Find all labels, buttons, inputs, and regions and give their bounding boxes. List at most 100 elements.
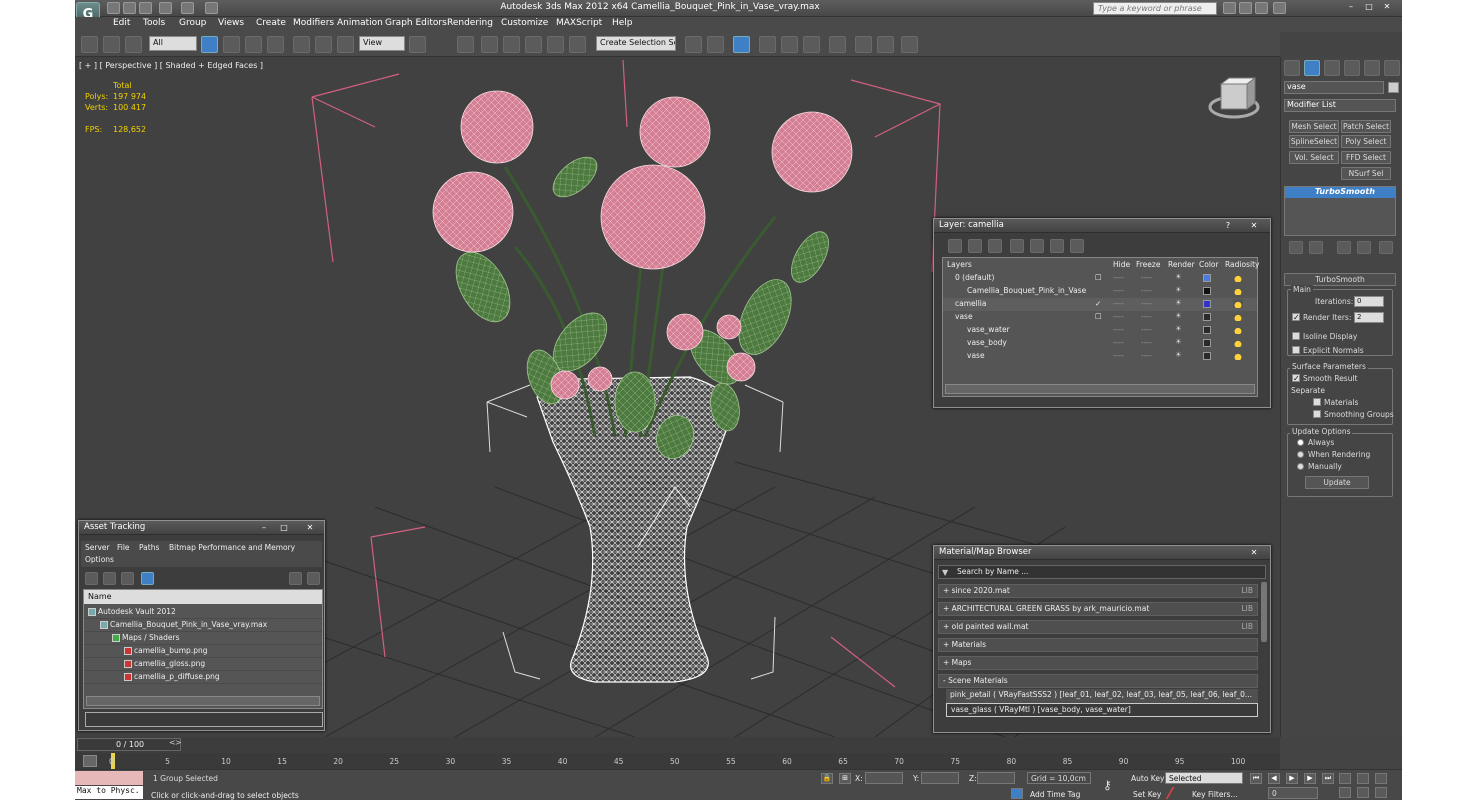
stack-item-turbosmooth[interactable]: TurboSmooth: [1285, 187, 1395, 198]
explicit-normals-checkbox[interactable]: [1292, 346, 1300, 354]
menu-group[interactable]: Group: [179, 18, 206, 28]
layers-column-header[interactable]: Layers: [947, 260, 972, 269]
maxscript-listener-input[interactable]: Max to Physc.: [75, 786, 143, 799]
poly-select-button[interactable]: Poly Select: [1341, 135, 1391, 148]
schematic-view-icon[interactable]: [803, 36, 820, 53]
menu-modifiers[interactable]: Modifiers: [293, 18, 334, 28]
layer-radiosity-sun-icon[interactable]: [1233, 312, 1243, 321]
layer-render-teapot-icon[interactable]: ☀: [1175, 324, 1182, 333]
help-icon[interactable]: [1273, 2, 1286, 14]
menu-edit[interactable]: Edit: [113, 18, 130, 28]
layer-current-mark[interactable]: ☐: [1095, 273, 1102, 282]
menu-views[interactable]: Views: [218, 18, 244, 28]
display-tab-icon[interactable]: [1364, 60, 1380, 76]
spinner-snap-icon[interactable]: [547, 36, 564, 53]
separate-smoothing-checkbox[interactable]: [1313, 410, 1321, 418]
layer-hide-toggle[interactable]: ----: [1113, 273, 1124, 282]
material-browser-title[interactable]: Material/Map Browser: [934, 546, 1270, 560]
time-slider[interactable]: 0 / 100 < >: [75, 737, 1280, 753]
viewport-label[interactable]: [ + ] [ Perspective ] [ Shaded + Edged F…: [79, 61, 263, 70]
layer-render-teapot-icon[interactable]: ☀: [1175, 272, 1182, 281]
layer-render-teapot-icon[interactable]: ☀: [1175, 298, 1182, 307]
maximize-button[interactable]: □: [1361, 1, 1377, 13]
layer-radiosity-sun-icon[interactable]: [1233, 338, 1243, 347]
align-icon[interactable]: [707, 36, 724, 53]
asset-path-field[interactable]: [85, 712, 323, 727]
color-column-header[interactable]: Color: [1199, 260, 1219, 269]
asset-menu-options[interactable]: Options: [85, 555, 114, 564]
zoom-extents-icon[interactable]: [1375, 773, 1387, 784]
select-highlighted-icon[interactable]: [1010, 239, 1024, 253]
z-coord-field[interactable]: [977, 772, 1015, 784]
communication-icon[interactable]: [1239, 2, 1252, 14]
delete-layer-icon[interactable]: [968, 239, 982, 253]
smooth-result-checkbox[interactable]: ✓: [1292, 374, 1300, 383]
render-iters-checkbox[interactable]: ✓: [1292, 313, 1300, 322]
layer-freeze-toggle[interactable]: ----: [1141, 338, 1152, 347]
menu-graph-editors[interactable]: Graph Editors: [385, 18, 447, 28]
detail-view-icon[interactable]: [121, 572, 134, 585]
layer-render-teapot-icon[interactable]: ☀: [1175, 337, 1182, 346]
modify-tab-icon[interactable]: [1304, 60, 1320, 76]
highlight-selected-icon[interactable]: [1030, 239, 1044, 253]
select-by-name-icon[interactable]: [223, 36, 240, 53]
asset-row[interactable]: Autodesk Vault 2012: [84, 606, 322, 619]
layer-row[interactable]: 0 (default) ☐ ---- ---- ☀: [943, 272, 1257, 285]
time-next-arrow-icon[interactable]: >: [175, 738, 182, 747]
freeze-column-header[interactable]: Freeze: [1136, 260, 1160, 269]
zoom-icon[interactable]: [1339, 773, 1351, 784]
layer-color-swatch[interactable]: [1203, 300, 1211, 308]
rendered-frame-window-icon[interactable]: [877, 36, 894, 53]
maxscript-listener-pink[interactable]: [75, 771, 143, 785]
create-layer-icon[interactable]: [948, 239, 962, 253]
asset-row[interactable]: Camellia_Bouquet_Pink_in_Vase_vray.max: [84, 619, 322, 632]
mesh-select-button[interactable]: Mesh Select: [1289, 120, 1339, 133]
freeze-all-layers-icon[interactable]: [1070, 239, 1084, 253]
material-library-row[interactable]: + Materials: [938, 638, 1258, 652]
selection-filter-dropdown[interactable]: All: [149, 36, 197, 51]
radiosity-column-header[interactable]: Radiosity: [1225, 260, 1259, 269]
layer-freeze-toggle[interactable]: ----: [1141, 312, 1152, 321]
layer-hide-toggle[interactable]: ----: [1113, 312, 1124, 321]
layer-row[interactable]: Camellia_Bouquet_Pink_in_Vase ---- ---- ☀: [943, 285, 1257, 298]
material-browser-scrollbar[interactable]: [1261, 582, 1267, 642]
current-frame-field[interactable]: 0: [1268, 787, 1318, 799]
patch-select-button[interactable]: Patch Select: [1341, 120, 1391, 133]
asset-menu-bitmap[interactable]: Bitmap Performance and Memory: [169, 543, 295, 552]
layer-render-teapot-icon[interactable]: ☀: [1175, 311, 1182, 320]
minimize-button[interactable]: –: [1343, 1, 1359, 13]
key-filter-icon[interactable]: [1165, 787, 1187, 799]
asset-row[interactable]: camellia_bump.png: [84, 645, 322, 658]
asset-list-scrollbar[interactable]: [86, 696, 320, 706]
scale-icon[interactable]: [337, 36, 354, 53]
layer-row[interactable]: vase ☐ ---- ---- ☀: [943, 311, 1257, 324]
separate-materials-checkbox[interactable]: [1313, 398, 1321, 406]
menu-rendering[interactable]: Rendering: [447, 18, 493, 28]
named-selection-dropdown[interactable]: Create Selection Se: [596, 36, 676, 51]
selection-lock-icon[interactable]: 🔒: [821, 773, 833, 784]
time-tag-icon[interactable]: [1011, 788, 1023, 799]
utilities-tab-icon[interactable]: [1384, 60, 1400, 76]
vol-select-button[interactable]: Vol. Select: [1289, 151, 1339, 164]
layer-radiosity-sun-icon[interactable]: [1233, 286, 1243, 295]
search-options-chevron-icon[interactable]: ▼: [942, 568, 948, 577]
layer-radiosity-sun-icon[interactable]: [1233, 273, 1243, 282]
ffd-select-button[interactable]: FFD Select: [1341, 151, 1391, 164]
layer-close-button[interactable]: ✕: [1246, 220, 1262, 232]
modifier-list-dropdown[interactable]: Modifier List: [1284, 99, 1396, 112]
layer-freeze-toggle[interactable]: ----: [1141, 299, 1152, 308]
layer-freeze-toggle[interactable]: ----: [1141, 273, 1152, 282]
maximize-viewport-icon[interactable]: [1375, 787, 1387, 798]
go-to-end-icon[interactable]: ⏭: [1322, 773, 1334, 784]
layer-hide-toggle[interactable]: ----: [1113, 325, 1124, 334]
layer-color-swatch[interactable]: [1203, 274, 1211, 282]
menu-animation[interactable]: Animation: [337, 18, 383, 28]
asset-row[interactable]: Maps / Shaders: [84, 632, 322, 645]
mirror-icon[interactable]: [685, 36, 702, 53]
add-to-layer-icon[interactable]: [988, 239, 1002, 253]
asset-maximize-button[interactable]: □: [276, 522, 292, 534]
orbit-icon[interactable]: [1357, 787, 1369, 798]
hierarchy-tab-icon[interactable]: [1324, 60, 1340, 76]
menu-maxscript[interactable]: MAXScript: [556, 18, 602, 28]
select-and-link-icon[interactable]: [81, 36, 98, 53]
